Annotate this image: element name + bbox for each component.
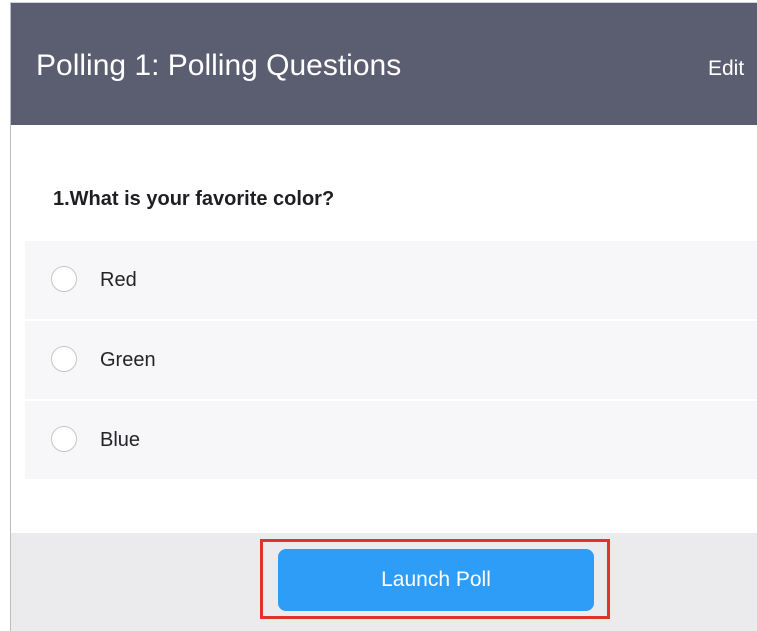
edit-link[interactable]: Edit [708,56,744,82]
radio-button[interactable] [51,266,77,292]
radio-button[interactable] [51,426,77,452]
launch-poll-button[interactable]: Launch Poll [278,549,594,611]
option-label: Red [100,269,137,291]
option-label: Blue [100,429,141,451]
option-blue[interactable]: Blue [25,401,757,479]
poll-title: Polling 1: Polling Questions [36,49,402,82]
radio-button[interactable] [51,346,77,372]
option-label: Green [100,349,156,371]
polling-window: Polling 1: Polling Questions Edit 1.What… [10,2,757,631]
poll-header: Polling 1: Polling Questions Edit [11,3,757,125]
option-green[interactable]: Green [25,321,757,399]
answer-options: Red Green Blue [25,241,757,481]
poll-footer: Launch Poll [11,533,757,631]
question-text: 1.What is your favorite color? [53,188,335,210]
option-red[interactable]: Red [25,241,757,319]
